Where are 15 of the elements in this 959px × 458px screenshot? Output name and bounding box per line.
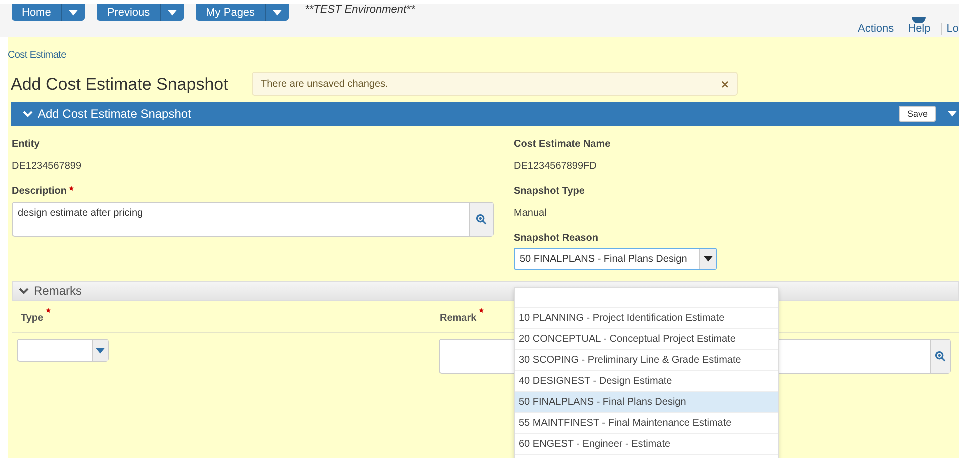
column-header: Remark <box>440 312 477 324</box>
section-title: Remarks <box>34 284 82 298</box>
field-value: Manual <box>514 208 548 220</box>
field-label: Description <box>12 186 514 198</box>
alert-message: There are unsaved changes. <box>261 78 388 90</box>
field-label: Entity <box>12 139 41 151</box>
field-value: DE1234567899 <box>12 161 83 173</box>
field-label: Snapshot Type <box>514 186 586 198</box>
field-value: DE1234567899FD <box>514 161 598 173</box>
page-title: Add Cost Estimate Snapshot <box>11 75 230 95</box>
column-header: Type <box>21 312 44 324</box>
environment-label: **TEST Environment** <box>305 4 416 16</box>
field-label: Cost Estimate Name <box>514 139 612 151</box>
panel-title: Add Cost Estimate Snapshot <box>38 107 192 121</box>
field-label: Snapshot Reason <box>514 233 600 245</box>
